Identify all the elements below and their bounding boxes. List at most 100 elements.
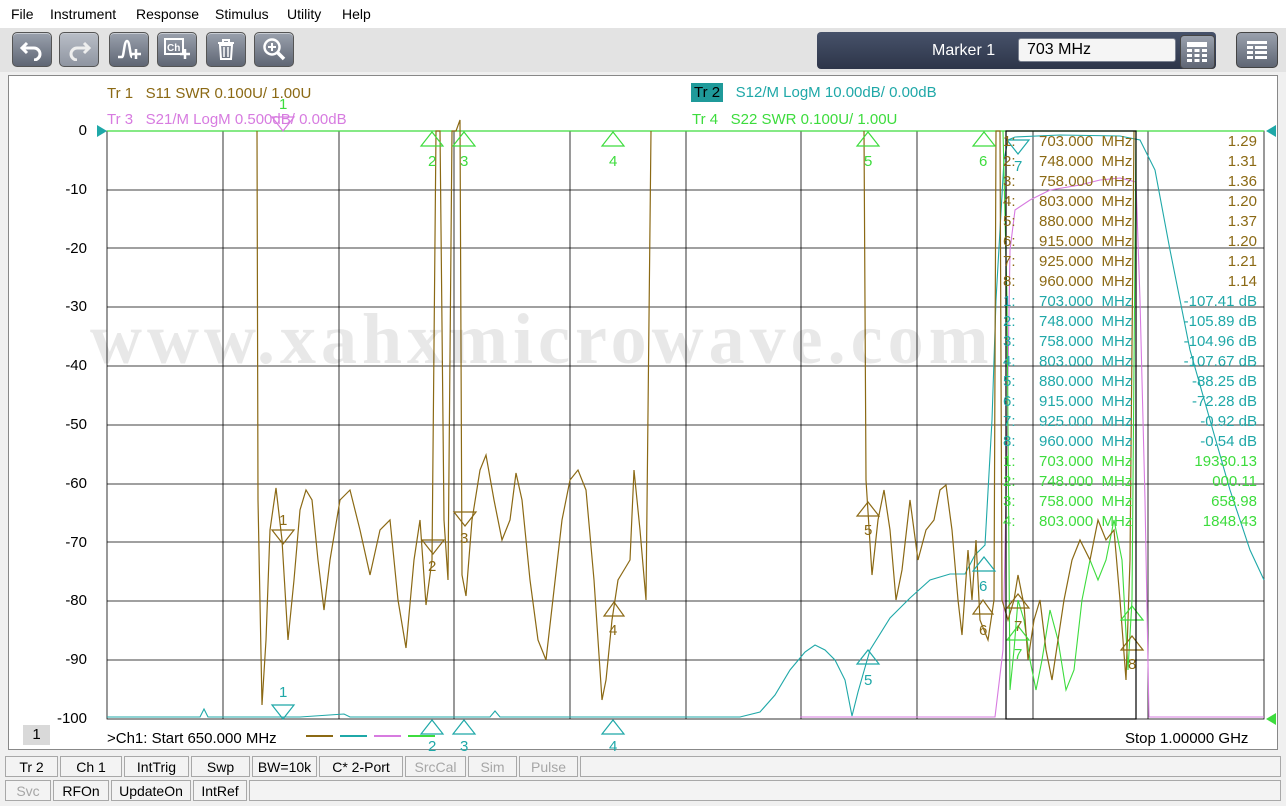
trace3-marker-1[interactable] (270, 116, 296, 132)
left-reference-marker[interactable] (97, 125, 107, 137)
status-svc[interactable]: Svc (5, 780, 51, 801)
marker-readout-number: 2: (1003, 153, 1016, 170)
trace4-markers[interactable] (419, 131, 1145, 641)
marker-readout-number: 2: (1003, 473, 1016, 490)
marker-label-tr1-8: 8 (1128, 656, 1137, 673)
marker-readout-frequency: 748.000 MHz (1039, 153, 1133, 170)
marker-readout-frequency: 803.000 MHz (1039, 513, 1133, 530)
trace-legend-swatches (306, 735, 435, 737)
marker-label-tr4-7: 7 (1014, 646, 1023, 663)
marker-readout-number: 6: (1003, 393, 1016, 410)
marker-readout-number: 4: (1003, 353, 1016, 370)
marker-readout-number: 7: (1003, 413, 1016, 430)
marker-readout-value: -88.25 dB (1191, 373, 1257, 390)
marker-label-tr1-4: 4 (609, 622, 618, 639)
marker-label-tr2-6: 6 (979, 578, 988, 595)
marker-readout-number: 6: (1003, 233, 1016, 250)
marker-readout-frequency: 758.000 MHz (1039, 173, 1133, 190)
marker-readout-number: 5: (1003, 373, 1016, 390)
marker-readout-value: 1.29 (1227, 133, 1257, 150)
marker-readout-number: 8: (1003, 273, 1016, 290)
marker-readout-value: 000.11 (1212, 473, 1257, 490)
marker-readout-number: 1: (1003, 133, 1016, 150)
status-intref[interactable]: IntRef (193, 780, 247, 801)
status-srccal[interactable]: SrcCal (405, 756, 466, 777)
marker-label-tr4-3: 3 (460, 153, 469, 170)
marker-label-tr4-2: 2 (428, 153, 437, 170)
watermark: www.xahxmicrowave.com (90, 299, 994, 379)
marker-readout-number: 3: (1003, 333, 1016, 350)
marker-readout-value: 1848.43 (1202, 513, 1257, 530)
status-updateon[interactable]: UpdateOn (111, 780, 191, 801)
marker-readout-value: 1.20 (1227, 233, 1257, 250)
marker-readout-value: 1.31 (1227, 153, 1257, 170)
marker-readout-value: -72.28 dB (1191, 393, 1257, 410)
marker-readout-number: 4: (1003, 513, 1016, 530)
status-swp[interactable]: Swp (191, 756, 250, 777)
start-frequency[interactable]: >Ch1: Start 650.000 MHz (107, 730, 277, 747)
status-filler (580, 756, 1281, 777)
marker-readout-frequency: 748.000 MHz (1039, 473, 1133, 490)
marker-readout-value: 1.36 (1227, 173, 1257, 190)
channel-number[interactable]: 1 (23, 725, 50, 745)
marker-readout-value: -0.54 dB (1200, 433, 1257, 450)
marker-label-tr2-1: 1 (279, 684, 288, 701)
marker-label-tr2-3: 3 (460, 738, 469, 755)
marker-readout-value: -0.92 dB (1200, 413, 1257, 430)
marker-readout-frequency: 758.000 MHz (1039, 333, 1133, 350)
marker-label-tr4-6: 6 (979, 153, 988, 170)
status-filler (249, 780, 1281, 801)
marker-label-tr4-4: 4 (609, 153, 618, 170)
marker-readout-number: 4: (1003, 193, 1016, 210)
marker-readout-number: 8: (1003, 433, 1016, 450)
status-tr-2[interactable]: Tr 2 (5, 756, 58, 777)
marker-readout-value: 1.21 (1227, 253, 1257, 270)
marker-readout-value: 19330.13 (1194, 453, 1257, 470)
marker-label-tr1-7: 7 (1014, 618, 1023, 635)
marker-readout-frequency: 703.000 MHz (1039, 133, 1133, 150)
right-reference-marker[interactable] (1266, 125, 1276, 137)
right-scale-marker[interactable] (1266, 713, 1276, 725)
marker-label-tr1-3: 3 (460, 530, 469, 547)
status-pulse[interactable]: Pulse (519, 756, 578, 777)
marker-label-tr4-5: 5 (864, 153, 873, 170)
marker-label-tr2-5: 5 (864, 672, 873, 689)
marker-readout-value: 1.14 (1227, 273, 1257, 290)
marker-readout-number: 5: (1003, 213, 1016, 230)
marker-readout-value: 1.37 (1227, 213, 1257, 230)
marker-readout-frequency: 758.000 MHz (1039, 493, 1133, 510)
status-inttrig[interactable]: IntTrig (124, 756, 189, 777)
marker-readout-frequency: 703.000 MHz (1039, 453, 1133, 470)
marker-readout-frequency: 703.000 MHz (1039, 293, 1133, 310)
marker-readout-value: -107.67 dB (1183, 353, 1257, 370)
marker-readout-frequency: 915.000 MHz (1039, 393, 1133, 410)
marker-label-tr1-1: 1 (279, 512, 288, 529)
marker-readout-value: -104.96 dB (1183, 333, 1257, 350)
marker-label-tr2-4: 4 (609, 738, 618, 755)
marker-readout-value: 1.20 (1227, 193, 1257, 210)
marker-readout-frequency: 880.000 MHz (1039, 373, 1133, 390)
marker-readout-value: 658.98 (1211, 493, 1257, 510)
marker-label-tr1-6: 6 (979, 622, 988, 639)
marker-readout-frequency: 925.000 MHz (1039, 253, 1133, 270)
status-c-2-port[interactable]: C* 2-Port (319, 756, 403, 777)
marker-readout-frequency: 803.000 MHz (1039, 353, 1133, 370)
marker-readout-frequency: 880.000 MHz (1039, 213, 1133, 230)
marker-readout-number: 3: (1003, 493, 1016, 510)
status-sim[interactable]: Sim (468, 756, 517, 777)
marker-readout-value: -105.89 dB (1183, 313, 1257, 330)
marker-readout-frequency: 915.000 MHz (1039, 233, 1133, 250)
status-ch-1[interactable]: Ch 1 (60, 756, 122, 777)
marker-readout-number: 3: (1003, 173, 1016, 190)
stop-frequency[interactable]: Stop 1.00000 GHz (1125, 730, 1248, 747)
marker-readout-frequency: 925.000 MHz (1039, 413, 1133, 430)
marker-readout-frequency: 748.000 MHz (1039, 313, 1133, 330)
marker-readout-frequency: 960.000 MHz (1039, 433, 1133, 450)
marker-label-tr1-2: 2 (428, 558, 437, 575)
marker-readout-frequency: 960.000 MHz (1039, 273, 1133, 290)
status-rfon[interactable]: RFOn (53, 780, 109, 801)
marker-readout-value: -107.41 dB (1183, 293, 1257, 310)
status-bw-10k[interactable]: BW=10k (252, 756, 317, 777)
marker-readout-number: 1: (1003, 293, 1016, 310)
marker-label-top-1: 1 (279, 96, 288, 113)
